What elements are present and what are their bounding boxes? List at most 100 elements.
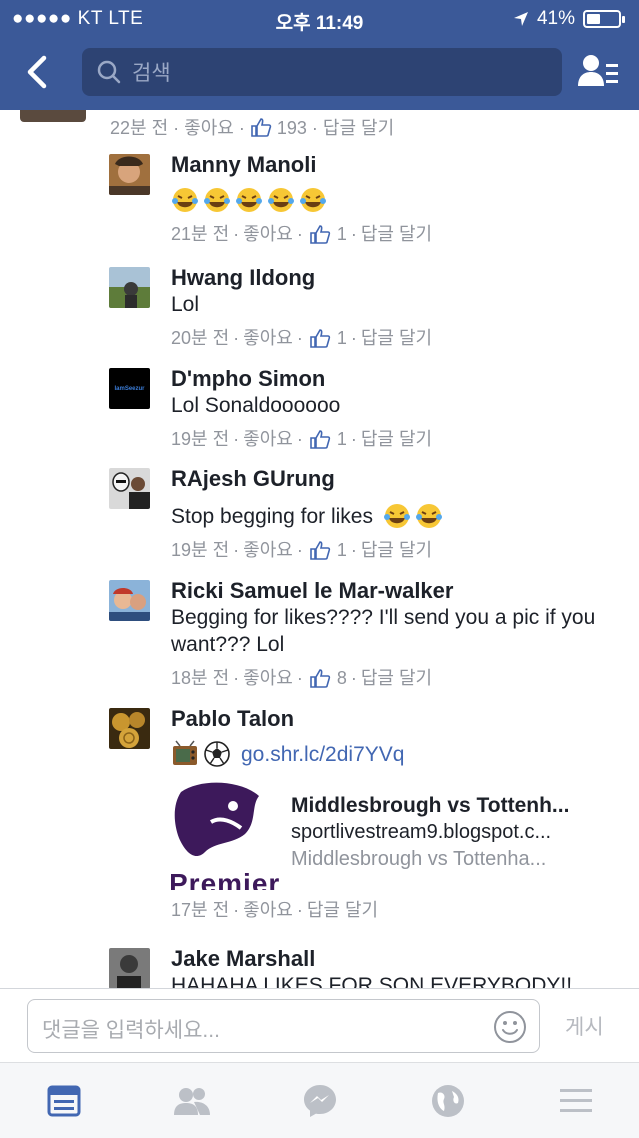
comment-text: Begging for likes???? I'll send you a pi… — [171, 606, 596, 656]
comment-item: IamSeezur D'mpho Simon Lol Sonaldoooooo … — [109, 366, 629, 451]
tears-of-joy-emoji-icon — [236, 188, 262, 212]
comment-meta: 19분 전 · 좋아요 · 1 · 답글 달기 — [171, 427, 433, 451]
search-icon — [97, 60, 121, 84]
tab-notifications[interactable] — [428, 1083, 468, 1119]
reply-link[interactable]: 답글 달기 — [361, 666, 432, 690]
meta-time-like[interactable]: 22분 전 · 좋아요 · — [110, 118, 250, 138]
preview-info: Middlesbrough vs Tottenh... sportlivestr… — [291, 782, 569, 890]
reply-link[interactable]: 답글 달기 — [361, 427, 432, 451]
status-bar: ●●●●● KT LTE 오후 11:49 41% — [0, 6, 639, 34]
location-arrow-icon — [513, 12, 528, 26]
comment-time: 18분 전 — [171, 668, 230, 688]
comment-author[interactable]: Hwang Ildong — [171, 265, 629, 291]
like-count[interactable]: 1 — [337, 222, 347, 246]
comment-text-row: Stop begging for likes — [171, 502, 629, 530]
link-preview-card[interactable]: Premier Middlesbrough vs Tottenh... spor… — [171, 782, 629, 890]
friend-list-icon[interactable] — [577, 52, 619, 92]
thumbs-up-icon — [310, 329, 331, 348]
soccer-ball-emoji-icon — [204, 741, 230, 767]
comment-author[interactable]: RAjesh GUrung — [171, 466, 629, 492]
friends-icon — [174, 1088, 210, 1115]
like-link[interactable]: 좋아요 — [243, 898, 293, 922]
avatar[interactable] — [109, 154, 150, 195]
comment-meta: 17분 전 · 좋아요 · 답글 달기 — [171, 898, 379, 922]
thumbs-up-icon — [310, 225, 331, 244]
tab-news-feed[interactable] — [44, 1083, 84, 1119]
reply-link[interactable]: 답글 달기 — [307, 898, 378, 922]
like-link[interactable]: 좋아요 — [243, 222, 293, 246]
battery-icon — [583, 10, 625, 28]
messenger-icon — [304, 1085, 336, 1117]
tears-of-joy-emoji-icon — [172, 188, 198, 212]
like-count[interactable]: 193 — [277, 118, 307, 138]
thumbs-up-icon — [251, 118, 272, 137]
like-link[interactable]: 좋아요 — [243, 427, 293, 451]
avatar[interactable] — [109, 708, 150, 749]
tears-of-joy-emoji-icon — [204, 188, 230, 212]
tab-friends[interactable] — [172, 1083, 212, 1119]
like-count[interactable]: 1 — [337, 427, 347, 451]
thumbs-up-icon — [310, 430, 331, 449]
post-button[interactable]: 게시 — [565, 1011, 604, 1041]
comment-author[interactable]: Ricki Samuel le Mar-walker — [171, 578, 629, 604]
search-placeholder: 검색 — [132, 62, 171, 85]
emoji-row — [171, 186, 629, 214]
preview-domain: sportlivestream9.blogspot.c... — [291, 821, 552, 843]
comment-input-placeholder: 댓글을 입력하세요... — [42, 1019, 220, 1042]
preview-description: Middlesbrough vs Tottenha... — [291, 848, 547, 870]
like-count[interactable]: 1 — [337, 326, 347, 350]
comment-meta: 22분 전 · 좋아요 · 193 · 답글 달기 — [110, 114, 394, 140]
smiley-icon[interactable] — [493, 1010, 527, 1044]
comment-item: RAjesh GUrung Stop begging for likes 19분… — [109, 466, 629, 562]
thumbs-up-icon — [310, 541, 331, 560]
comment-input[interactable]: 댓글을 입력하세요... — [27, 999, 540, 1053]
tab-messenger[interactable] — [300, 1083, 340, 1119]
comment-author[interactable]: Jake Marshall — [171, 946, 629, 972]
premier-league-logo: Premier — [171, 782, 281, 890]
comment-time: 20분 전 — [171, 328, 230, 348]
like-count[interactable]: 1 — [337, 538, 347, 562]
like-link[interactable]: 좋아요 — [243, 666, 293, 690]
comment-time: 17분 전 — [171, 900, 230, 920]
comment-text: Lol Sonaldoooooo — [171, 394, 341, 417]
comment-list: 22분 전 · 좋아요 · 193 · 답글 달기 Manny Manoli 2… — [0, 110, 639, 990]
comment-item: Jake Marshall HAHAHA LIKES FOR SON EVERY… — [109, 946, 629, 990]
reply-link[interactable]: 답글 달기 — [361, 538, 432, 562]
comment-author[interactable]: Manny Manoli — [171, 152, 629, 178]
reply-link[interactable]: 답글 달기 — [361, 222, 432, 246]
avatar[interactable] — [109, 580, 150, 621]
back-chevron-icon[interactable] — [20, 52, 54, 92]
globe-icon — [432, 1085, 464, 1117]
comment-time: 19분 전 — [171, 429, 230, 449]
hamburger-menu-icon — [560, 1089, 592, 1112]
like-link[interactable]: 좋아요 — [243, 538, 293, 562]
comment-item: Pablo Talon go.shr.lc/2di7YVq Premier Mi… — [109, 706, 629, 922]
comment-meta: 19분 전 · 좋아요 · 1 · 답글 달기 — [171, 538, 433, 562]
comment-meta: 21분 전 · 좋아요 · 1 · 답글 달기 — [171, 222, 433, 246]
battery-percent: 41% — [536, 8, 575, 29]
news-feed-icon — [47, 1085, 81, 1117]
like-link[interactable]: 좋아요 — [243, 326, 293, 350]
comment-author[interactable]: Pablo Talon — [171, 706, 629, 732]
search-input[interactable]: 검색 — [82, 48, 562, 96]
comment-item: Ricki Samuel le Mar-walker Begging for l… — [109, 578, 629, 690]
comment-link[interactable]: go.shr.lc/2di7YVq — [241, 741, 404, 768]
avatar[interactable] — [109, 468, 150, 509]
tab-menu[interactable] — [556, 1083, 596, 1119]
comment-meta: 20분 전 · 좋아요 · 1 · 답글 달기 — [171, 326, 433, 350]
reply-link[interactable]: 답글 달기 — [361, 326, 432, 350]
tab-bar — [0, 1062, 639, 1138]
reply-link[interactable]: · 답글 달기 — [307, 118, 394, 138]
avatar[interactable]: IamSeezur — [109, 368, 150, 409]
nav-row: 검색 — [0, 46, 639, 98]
tears-of-joy-emoji-icon — [268, 188, 294, 212]
television-emoji-icon — [173, 740, 197, 765]
comment-text: Stop begging for likes — [171, 504, 373, 528]
avatar[interactable] — [109, 948, 150, 989]
avatar[interactable] — [109, 267, 150, 308]
tears-of-joy-emoji-icon — [300, 188, 326, 212]
like-count[interactable]: 8 — [337, 666, 347, 690]
comment-author[interactable]: D'mpho Simon — [171, 366, 629, 392]
app-header: ●●●●● KT LTE 오후 11:49 41% 검색 — [0, 0, 639, 110]
comment-link-row: go.shr.lc/2di7YVq — [171, 740, 629, 768]
